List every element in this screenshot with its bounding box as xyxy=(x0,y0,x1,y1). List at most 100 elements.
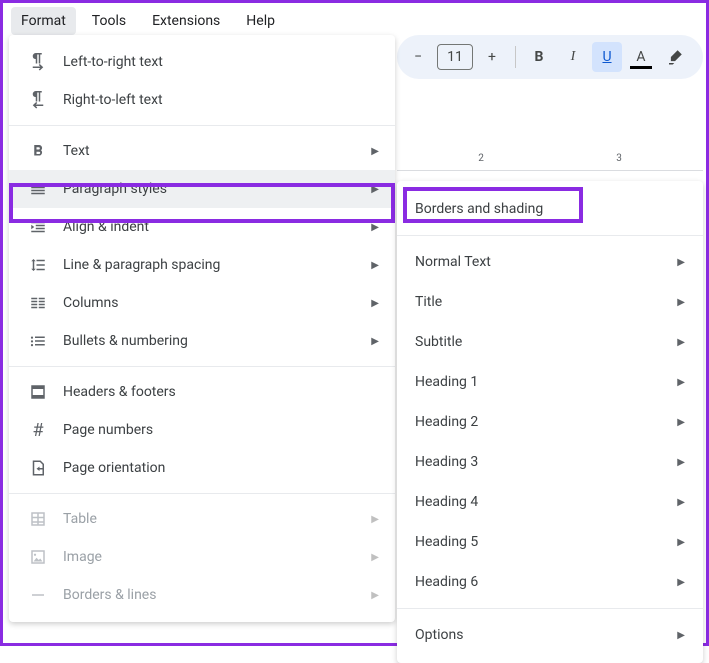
bullets-icon xyxy=(27,330,49,352)
submenu-arrow-icon: ▶ xyxy=(371,336,379,347)
submenu-item-borders-shading[interactable]: Borders and shading xyxy=(397,189,703,229)
format-dropdown: Left-to-right text Right-to-left text Te… xyxy=(9,35,395,622)
paragraph-styles-icon xyxy=(27,178,49,200)
bold-icon xyxy=(27,140,49,162)
text-color-button[interactable]: A xyxy=(626,42,656,72)
menu-item-label: Borders & lines xyxy=(63,587,371,603)
menu-item-page-orientation[interactable]: Page orientation xyxy=(9,449,395,487)
submenu-item-normal-text[interactable]: Normal Text ▶ xyxy=(397,242,703,282)
menu-item-table: Table ▶ xyxy=(9,500,395,538)
menu-item-label: Text xyxy=(63,143,371,159)
ruler: 2 3 xyxy=(397,153,703,171)
highlight-color-button[interactable] xyxy=(660,42,690,72)
menu-item-label: Right-to-left text xyxy=(63,92,379,108)
ruler-tick-2: 2 xyxy=(478,153,484,164)
menu-item-rtl[interactable]: Right-to-left text xyxy=(9,81,395,119)
submenu-item-label: Heading 3 xyxy=(415,454,677,470)
submenu-item-label: Borders and shading xyxy=(415,201,685,217)
borders-lines-icon xyxy=(27,584,49,606)
submenu-item-label: Heading 5 xyxy=(415,534,677,550)
ltr-icon xyxy=(27,51,49,73)
submenu-item-heading4[interactable]: Heading 4 ▶ xyxy=(397,482,703,522)
menubar: Format Tools Extensions Help xyxy=(3,3,706,39)
separator xyxy=(515,46,516,68)
submenu-arrow-icon: ▶ xyxy=(677,577,685,588)
menu-separator xyxy=(9,493,395,494)
submenu-item-label: Normal Text xyxy=(415,254,677,270)
submenu-item-label: Options xyxy=(415,627,677,643)
menu-separator xyxy=(397,608,703,609)
submenu-item-label: Title xyxy=(415,294,677,310)
ruler-tick-3: 3 xyxy=(616,153,622,164)
font-size-decrement[interactable]: − xyxy=(403,42,433,72)
submenu-item-heading3[interactable]: Heading 3 ▶ xyxy=(397,442,703,482)
menu-item-label: Paragraph styles xyxy=(63,181,371,197)
menu-item-label: Page numbers xyxy=(63,422,379,438)
font-size-increment[interactable]: + xyxy=(477,42,507,72)
menu-item-image: Image ▶ xyxy=(9,538,395,576)
image-icon xyxy=(27,546,49,568)
menu-item-label: Image xyxy=(63,549,371,565)
menu-item-label: Table xyxy=(63,511,371,527)
submenu-arrow-icon: ▶ xyxy=(371,298,379,309)
menu-item-line-spacing[interactable]: Line & paragraph spacing ▶ xyxy=(9,246,395,284)
submenu-arrow-icon: ▶ xyxy=(677,257,685,268)
menu-item-label: Columns xyxy=(63,295,371,311)
menu-format[interactable]: Format xyxy=(11,7,76,35)
menu-separator xyxy=(9,125,395,126)
menu-item-label: Headers & footers xyxy=(63,384,379,400)
menu-help[interactable]: Help xyxy=(236,7,285,35)
submenu-arrow-icon: ▶ xyxy=(371,184,379,195)
page-numbers-icon: # xyxy=(27,419,49,441)
menu-separator xyxy=(397,235,703,236)
submenu-item-heading6[interactable]: Heading 6 ▶ xyxy=(397,562,703,602)
highlighter-icon xyxy=(666,48,684,66)
menu-item-page-numbers[interactable]: # Page numbers xyxy=(9,411,395,449)
italic-button[interactable]: I xyxy=(558,42,588,72)
submenu-arrow-icon: ▶ xyxy=(677,417,685,428)
font-size-field[interactable]: 11 xyxy=(437,44,473,70)
submenu-arrow-icon: ▶ xyxy=(371,222,379,233)
submenu-arrow-icon: ▶ xyxy=(371,514,379,525)
menu-item-label: Left-to-right text xyxy=(63,54,379,70)
menu-item-label: Align & indent xyxy=(63,219,371,235)
submenu-item-label: Heading 2 xyxy=(415,414,677,430)
submenu-arrow-icon: ▶ xyxy=(677,537,685,548)
menu-item-paragraph-styles[interactable]: Paragraph styles ▶ xyxy=(9,170,395,208)
bold-button[interactable]: B xyxy=(524,42,554,72)
menu-item-columns[interactable]: Columns ▶ xyxy=(9,284,395,322)
submenu-item-heading5[interactable]: Heading 5 ▶ xyxy=(397,522,703,562)
submenu-item-heading1[interactable]: Heading 1 ▶ xyxy=(397,362,703,402)
submenu-arrow-icon: ▶ xyxy=(371,146,379,157)
submenu-arrow-icon: ▶ xyxy=(677,297,685,308)
toolbar: − 11 + B I U A xyxy=(397,35,703,79)
submenu-item-label: Heading 6 xyxy=(415,574,677,590)
menu-item-ltr[interactable]: Left-to-right text xyxy=(9,43,395,81)
menu-item-text[interactable]: Text ▶ xyxy=(9,132,395,170)
underline-button[interactable]: U xyxy=(592,42,622,72)
submenu-arrow-icon: ▶ xyxy=(371,552,379,563)
submenu-arrow-icon: ▶ xyxy=(677,377,685,388)
menu-item-label: Page orientation xyxy=(63,460,379,476)
submenu-item-label: Heading 4 xyxy=(415,494,677,510)
submenu-arrow-icon: ▶ xyxy=(371,260,379,271)
submenu-arrow-icon: ▶ xyxy=(677,630,685,641)
submenu-item-subtitle[interactable]: Subtitle ▶ xyxy=(397,322,703,362)
menu-item-bullets[interactable]: Bullets & numbering ▶ xyxy=(9,322,395,360)
line-spacing-icon xyxy=(27,254,49,276)
align-indent-icon xyxy=(27,216,49,238)
menu-item-headers-footers[interactable]: Headers & footers xyxy=(9,373,395,411)
table-icon xyxy=(27,508,49,530)
submenu-arrow-icon: ▶ xyxy=(677,497,685,508)
menu-extensions[interactable]: Extensions xyxy=(142,7,230,35)
submenu-item-options[interactable]: Options ▶ xyxy=(397,615,703,655)
submenu-arrow-icon: ▶ xyxy=(677,337,685,348)
submenu-item-heading2[interactable]: Heading 2 ▶ xyxy=(397,402,703,442)
submenu-item-label: Subtitle xyxy=(415,334,677,350)
submenu-item-title[interactable]: Title ▶ xyxy=(397,282,703,322)
menu-tools[interactable]: Tools xyxy=(82,7,136,35)
menu-item-borders-lines: Borders & lines ▶ xyxy=(9,576,395,614)
submenu-item-label: Heading 1 xyxy=(415,374,677,390)
menu-item-align-indent[interactable]: Align & indent ▶ xyxy=(9,208,395,246)
columns-icon xyxy=(27,292,49,314)
